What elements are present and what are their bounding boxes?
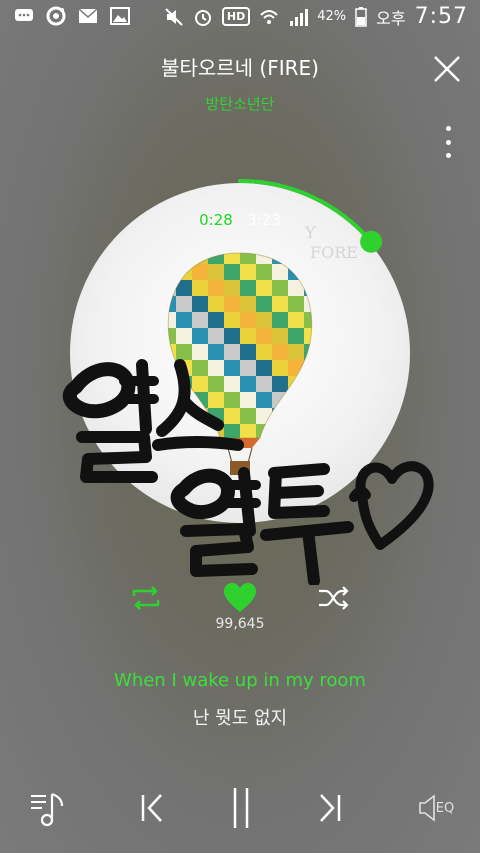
playback-controls: EQ — [0, 780, 480, 836]
heart-icon — [224, 583, 256, 612]
mute-icon — [164, 7, 184, 27]
status-bar: HD 42% 오후 7:57 — [0, 0, 480, 34]
time-separator: · — [237, 211, 243, 229]
shuffle-button[interactable] — [314, 580, 354, 616]
image-icon — [110, 6, 130, 26]
like-button[interactable] — [220, 580, 260, 616]
pause-button[interactable] — [221, 780, 261, 836]
artist-name[interactable]: 방탄소년단 — [0, 93, 480, 114]
progress-knob[interactable] — [360, 230, 383, 253]
chat-icon — [14, 6, 34, 26]
battery-percent: 42% — [317, 9, 347, 24]
song-header: 불타오르네 (FIRE) 방탄소년단 — [0, 52, 480, 114]
battery-icon — [355, 6, 367, 27]
alarm-icon — [193, 7, 213, 27]
song-title: 불타오르네 (FIRE) — [161, 56, 319, 80]
close-button[interactable] — [432, 54, 462, 84]
skip-previous-icon — [141, 794, 162, 822]
mail-icon — [78, 6, 98, 26]
speaker-icon — [418, 794, 435, 822]
previous-button[interactable] — [132, 780, 172, 836]
current-time: 0:28 — [199, 211, 233, 229]
eq-label: EQ — [435, 800, 455, 816]
next-button[interactable] — [310, 780, 350, 836]
pause-icon — [233, 788, 249, 828]
status-clock: 7:57 — [414, 4, 468, 29]
playlist-music-icon — [31, 792, 64, 827]
repeat-icon — [132, 586, 160, 610]
skip-next-icon — [320, 794, 341, 822]
hd-icon: HD — [221, 7, 251, 26]
shuffle-icon — [319, 586, 349, 610]
signal-icon — [288, 7, 309, 27]
total-time: 3:23 — [247, 211, 281, 229]
equalizer-button[interactable]: EQ — [412, 780, 458, 836]
lyric-next-line[interactable]: 난 뭣도 없지 — [0, 704, 480, 730]
wifi-icon — [259, 7, 279, 27]
lyric-current-line[interactable]: When I wake up in my room — [0, 670, 480, 691]
more-options-icon[interactable] — [438, 126, 458, 158]
status-ampm: 오후 — [376, 8, 406, 28]
repeat-button[interactable] — [126, 580, 166, 616]
playback-options-row — [0, 580, 480, 620]
playlist-button[interactable] — [26, 780, 70, 836]
close-icon — [434, 56, 460, 82]
calligraphy-sticker — [62, 359, 434, 585]
playback-time: 0:28 · 3:23 — [70, 211, 410, 229]
pokeball-icon — [46, 6, 66, 26]
like-count: 99,645 — [215, 616, 265, 632]
